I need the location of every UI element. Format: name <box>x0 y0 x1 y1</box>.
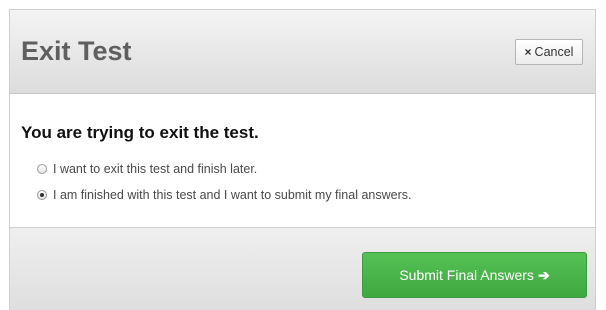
dialog-title: Exit Test <box>21 36 132 66</box>
exit-test-dialog: Exit Test × Cancel You are trying to exi… <box>9 9 596 310</box>
dialog-footer: Submit Final Answers ➔ <box>10 227 595 310</box>
finish-later-radio[interactable] <box>37 164 47 174</box>
submit-button-label: Submit Final Answers <box>399 267 534 283</box>
submit-final-radio[interactable] <box>37 190 47 200</box>
arrow-right-icon: ➔ <box>537 266 550 283</box>
submit-final-label: I am finished with this test and I want … <box>53 188 412 202</box>
cancel-button[interactable]: × Cancel <box>515 39 583 65</box>
finish-later-label: I want to exit this test and finish late… <box>53 162 258 176</box>
option-finish-later[interactable]: I want to exit this test and finish late… <box>37 162 257 176</box>
exit-heading: You are trying to exit the test. <box>21 123 259 142</box>
option-submit-final[interactable]: I am finished with this test and I want … <box>37 188 411 202</box>
dialog-body: You are trying to exit the test. I want … <box>10 94 595 227</box>
close-icon: × <box>524 45 532 59</box>
cancel-button-label: Cancel <box>534 45 574 59</box>
submit-final-answers-button[interactable]: Submit Final Answers ➔ <box>362 252 587 298</box>
dialog-header: Exit Test × Cancel <box>10 10 595 94</box>
